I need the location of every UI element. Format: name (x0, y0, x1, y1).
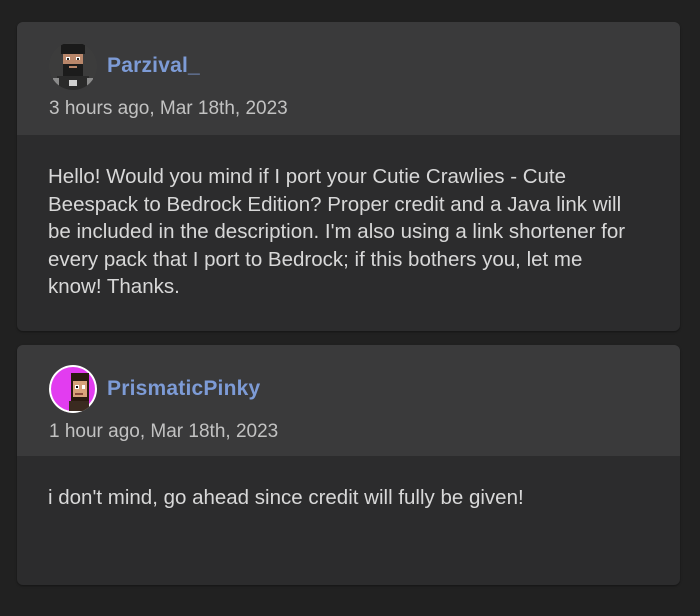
comment-card: PrismaticPinky 1 hour ago, Mar 18th, 202… (17, 345, 680, 585)
comment-body: Hello! Would you mind if I port your Cut… (48, 165, 626, 298)
comment-card: Parzival_ 3 hours ago, Mar 18th, 2023 He… (17, 22, 680, 331)
user-avatar[interactable] (49, 365, 97, 413)
user-avatar[interactable] (49, 42, 97, 90)
comment-header: PrismaticPinky 1 hour ago, Mar 18th, 202… (17, 345, 680, 456)
comment-timestamp: 3 hours ago, Mar 18th, 2023 (49, 98, 288, 119)
username-link[interactable]: PrismaticPinky (107, 377, 260, 401)
pixel-avatar-icon (49, 42, 97, 90)
pixel-avatar-icon (49, 365, 97, 413)
comment-timestamp: 1 hour ago, Mar 18th, 2023 (49, 421, 279, 442)
comment-header: Parzival_ 3 hours ago, Mar 18th, 2023 (17, 22, 680, 135)
author-row: Parzival_ (49, 42, 680, 90)
comment-body: i don't mind, go ahead since credit will… (48, 486, 524, 509)
author-row: PrismaticPinky (49, 365, 680, 413)
username-link[interactable]: Parzival_ (107, 54, 200, 78)
